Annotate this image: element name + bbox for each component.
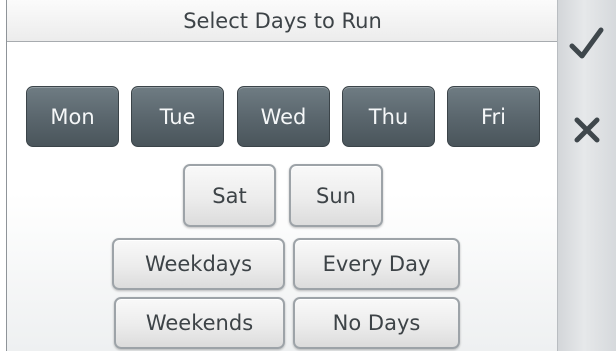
every-day-preset-button[interactable]: Every Day xyxy=(293,238,460,290)
confirm-button[interactable] xyxy=(558,14,616,74)
weekends-preset-button[interactable]: Weekends xyxy=(114,297,285,349)
day-selection-panel: Select Days to Run Mon Tue Wed Thu Fri S… xyxy=(6,0,558,351)
screen: Select Days to Run Mon Tue Wed Thu Fri S… xyxy=(0,0,616,351)
day-button-mon[interactable]: Mon xyxy=(26,86,119,147)
day-button-wed[interactable]: Wed xyxy=(237,86,330,147)
day-button-fri[interactable]: Fri xyxy=(447,86,540,147)
cancel-button[interactable] xyxy=(558,100,616,160)
checkmark-icon xyxy=(567,24,607,64)
close-icon xyxy=(572,115,602,145)
day-button-thu[interactable]: Thu xyxy=(342,86,435,147)
no-days-preset-button[interactable]: No Days xyxy=(293,297,460,349)
weekdays-preset-button[interactable]: Weekdays xyxy=(112,238,285,290)
page-title: Select Days to Run xyxy=(7,0,558,42)
action-sidebar xyxy=(557,0,616,351)
day-button-sun[interactable]: Sun xyxy=(289,164,383,227)
day-button-tue[interactable]: Tue xyxy=(131,86,224,147)
day-button-sat[interactable]: Sat xyxy=(183,164,276,227)
